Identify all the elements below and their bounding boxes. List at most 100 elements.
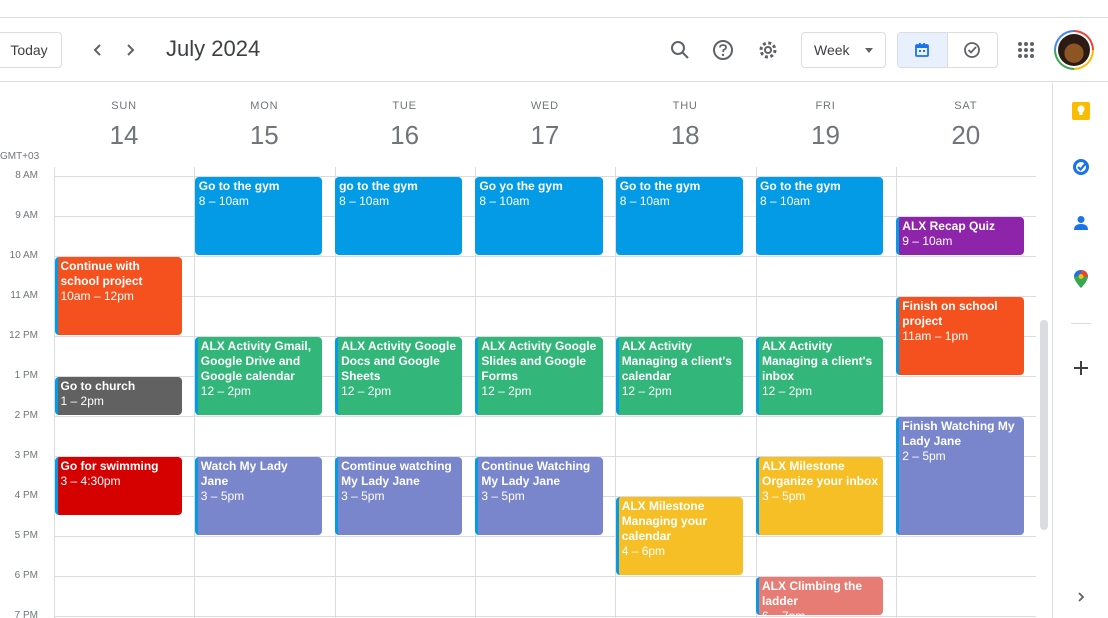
- event-title: ALX Activity Managing a client's calenda…: [621, 339, 732, 383]
- event-title: ALX Activity Google Docs and Google Shee…: [341, 339, 456, 383]
- avatar[interactable]: [1054, 30, 1094, 70]
- scrollbar[interactable]: [1040, 320, 1048, 530]
- day-name: WED: [530, 100, 559, 112]
- time-label: 2 PM: [14, 410, 38, 421]
- timezone-label: GMT+03: [0, 151, 40, 162]
- day-name: THU: [672, 100, 698, 112]
- calendar-view-icon[interactable]: [898, 33, 948, 67]
- add-icon[interactable]: [1070, 357, 1092, 379]
- event-time: 2 – 5pm: [902, 449, 946, 463]
- event-time: 3 – 4:30pm: [60, 474, 121, 488]
- chevron-right-icon[interactable]: [115, 35, 145, 65]
- calendar-event[interactable]: Go for swimming 3 – 4:30pm: [54, 457, 182, 515]
- day-name: TUE: [392, 100, 417, 112]
- day-date[interactable]: 17: [475, 120, 615, 151]
- calendar-event[interactable]: Watch My Lady Jane 3 – 5pm: [194, 457, 323, 535]
- day-header[interactable]: MON 15: [194, 83, 334, 151]
- calendar-event[interactable]: Continue Watching My Lady Jane 3 – 5pm: [475, 457, 603, 535]
- calendar-event[interactable]: go to the gym 8 – 10am: [335, 177, 463, 255]
- event-title: Go to the gym: [619, 179, 701, 193]
- chevron-left-icon[interactable]: [83, 35, 113, 65]
- apps-grid-icon[interactable]: [1010, 34, 1042, 66]
- calendar-event[interactable]: ALX Milestone Managing your calendar 4 – …: [615, 497, 743, 575]
- contacts-icon[interactable]: [1070, 212, 1092, 234]
- event-time: 6 – 7pm: [762, 609, 879, 615]
- calendar-event[interactable]: ALX Climbing the ladder6 – 7pm: [756, 577, 884, 615]
- event-time: 4 – 6pm: [621, 544, 666, 558]
- event-title: Go to the gym: [760, 179, 841, 193]
- maps-icon[interactable]: [1070, 268, 1092, 290]
- event-title: ALX Activity Google Slides and Google Fo…: [481, 339, 597, 383]
- day-date[interactable]: 19: [756, 120, 896, 151]
- event-title: ALX Recap Quiz: [902, 219, 995, 233]
- calendar-event[interactable]: ALX Activity Gmail, Google Drive and Goo…: [194, 337, 323, 415]
- calendar-event[interactable]: Go yo the gym 8 – 10am: [475, 177, 603, 255]
- gear-icon[interactable]: [752, 34, 784, 66]
- day-date[interactable]: 14: [54, 120, 194, 151]
- event-time: 8 – 10am: [479, 194, 530, 208]
- help-icon[interactable]: [707, 34, 739, 66]
- event-title: go to the gym: [339, 179, 418, 193]
- calendar-event[interactable]: Finish on school project 11am – 1pm: [896, 297, 1024, 375]
- day-date[interactable]: 16: [335, 120, 475, 151]
- event-time: 3 – 5pm: [200, 489, 245, 503]
- tasks-view-icon[interactable]: [948, 33, 998, 67]
- hour-line: [54, 416, 1036, 417]
- calendar-event[interactable]: ALX Activity Google Docs and Google Shee…: [335, 337, 463, 415]
- calendar-event[interactable]: Go to the gym 8 – 10am: [615, 177, 743, 255]
- calendar-event[interactable]: Continue with school project 10am – 12pm: [54, 257, 182, 335]
- calendar-event[interactable]: Go to the gym 8 – 10am: [756, 177, 884, 255]
- header: Today July 2024 Week: [0, 18, 1108, 82]
- calendar-event[interactable]: Comtinue watching My Lady Jane 3 – 5pm: [335, 457, 463, 535]
- day-header[interactable]: SUN 14: [54, 83, 194, 151]
- time-label: 1 PM: [14, 370, 38, 381]
- time-label: 9 AM: [15, 210, 38, 221]
- event-time: 12 – 2pm: [341, 384, 392, 398]
- event-title: Continue with school project: [60, 259, 143, 288]
- expand-panel-icon[interactable]: [1070, 586, 1092, 608]
- tasks-icon[interactable]: [1070, 156, 1092, 178]
- event-title: Go to church: [60, 379, 136, 393]
- day-headers: SUN 14 MON 15 TUE 16 WED 17 THU 18 FRI 19 SAT 20: [0, 83, 1036, 167]
- day-header[interactable]: FRI 19: [756, 83, 896, 151]
- day-date[interactable]: 18: [615, 120, 755, 151]
- hour-line: [54, 536, 1036, 537]
- side-panel-divider: [1071, 323, 1091, 324]
- hour-line: [54, 616, 1036, 617]
- calendar-event[interactable]: Finish Watching My Lady Jane 2 – 5pm: [896, 417, 1024, 535]
- calendar-event[interactable]: ALX Recap Quiz 9 – 10am: [896, 217, 1024, 255]
- time-label: 7 PM: [14, 610, 38, 618]
- view-toggle: [897, 32, 998, 68]
- event-time: 12 – 2pm: [762, 384, 813, 398]
- day-date[interactable]: 20: [896, 120, 1036, 151]
- calendar-event[interactable]: ALX Activity Google Slides and Google Fo…: [475, 337, 603, 415]
- event-time: 10am – 12pm: [60, 289, 134, 303]
- time-label: 10 AM: [9, 250, 38, 261]
- event-title: ALX Milestone Managing your calendar: [621, 499, 708, 543]
- calendar-event[interactable]: Go to church 1 – 2pm: [54, 377, 182, 415]
- view-select[interactable]: Week: [801, 32, 886, 68]
- event-time: 8 – 10am: [619, 194, 670, 208]
- keep-icon[interactable]: [1070, 100, 1092, 122]
- side-panel: [1052, 83, 1108, 618]
- event-title: Go to the gym: [198, 179, 280, 193]
- calendar-event[interactable]: ALX Activity Managing a client's calenda…: [615, 337, 743, 415]
- event-title: Finish Watching My Lady Jane: [902, 419, 1015, 448]
- day-header[interactable]: SAT 20: [896, 83, 1036, 151]
- day-header[interactable]: WED 17: [475, 83, 615, 151]
- time-label: 3 PM: [14, 450, 38, 461]
- month-title: July 2024: [166, 36, 261, 61]
- time-label: 11 AM: [10, 290, 38, 301]
- search-icon[interactable]: [664, 34, 696, 66]
- event-title: Watch My Lady Jane: [200, 459, 288, 488]
- calendar-event[interactable]: Go to the gym 8 – 10am: [194, 177, 323, 255]
- today-button[interactable]: Today: [0, 32, 62, 68]
- day-header[interactable]: THU 18: [615, 83, 755, 151]
- calendar-event[interactable]: ALX Activity Managing a client's inbox 12…: [756, 337, 884, 415]
- view-select-label: Week: [814, 42, 850, 58]
- day-date[interactable]: 15: [194, 120, 334, 151]
- calendar-event[interactable]: ALX Milestone Organize your inbox 3 – 5pm: [756, 457, 884, 535]
- event-time: 12 – 2pm: [621, 384, 672, 398]
- day-header[interactable]: TUE 16: [335, 83, 475, 151]
- event-time: 3 – 5pm: [762, 489, 806, 503]
